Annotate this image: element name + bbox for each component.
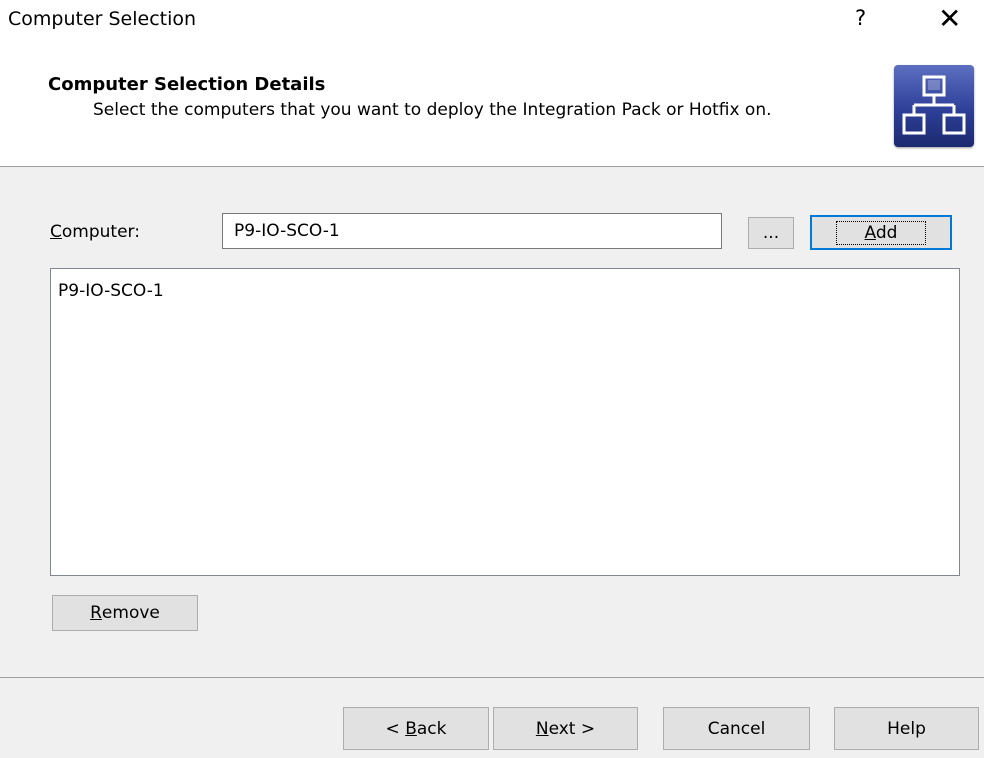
wizard-header: Computer Selection Details Select the co… (0, 44, 984, 167)
list-item[interactable]: P9-IO-SCO-1 (58, 281, 164, 301)
network-deploy-icon (894, 65, 974, 147)
computer-listbox[interactable]: P9-IO-SCO-1 (50, 268, 960, 576)
back-button[interactable]: < Back (343, 707, 489, 750)
remove-button[interactable]: Remove (52, 595, 198, 631)
page-subtitle: Select the computers that you want to de… (93, 100, 772, 120)
help-icon[interactable]: ? (855, 6, 866, 30)
page-title: Computer Selection Details (48, 74, 326, 95)
window-title: Computer Selection (8, 8, 197, 30)
next-button[interactable]: Next > (493, 707, 638, 750)
browse-button[interactable]: ... (748, 217, 794, 249)
help-button[interactable]: Help (834, 707, 979, 750)
add-button[interactable]: Add (810, 215, 952, 250)
computer-label: Computer: (50, 222, 140, 242)
footer-divider (0, 677, 984, 678)
cancel-button[interactable]: Cancel (663, 707, 810, 750)
computer-input[interactable] (222, 213, 722, 249)
close-icon[interactable]: ✕ (938, 2, 961, 35)
title-bar: Computer Selection ? ✕ (0, 0, 984, 44)
